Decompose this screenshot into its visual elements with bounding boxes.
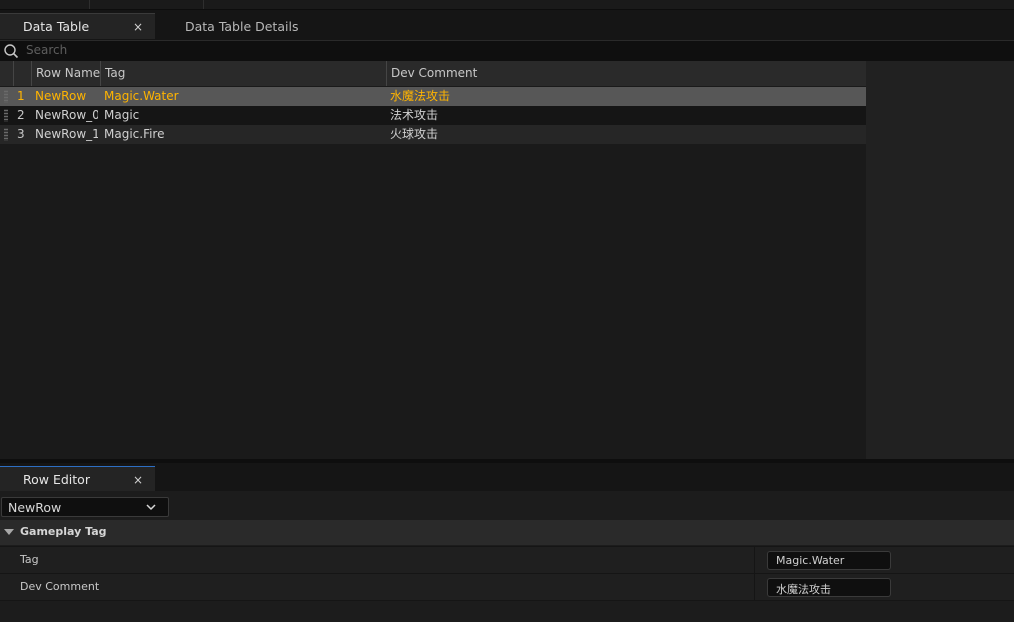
tab-row-editor[interactable]: Row Editor ×	[0, 466, 155, 492]
tag-value: Magic.Water	[776, 554, 845, 567]
dev-comment-cell: 法术攻击	[390, 108, 439, 122]
tab-data-table[interactable]: Data Table ×	[0, 13, 155, 39]
close-icon[interactable]: ×	[133, 473, 143, 487]
property-row-dev-comment: Dev Comment 水魔法攻击	[0, 573, 1014, 600]
row-name-cell: NewRow	[35, 89, 87, 103]
tab-label: Data Table	[23, 19, 90, 34]
column-header-dev-comment[interactable]: Dev Comment	[391, 61, 477, 86]
separator	[89, 0, 90, 9]
column-divider[interactable]	[31, 61, 32, 86]
column-divider[interactable]	[100, 61, 101, 86]
column-header-row-name[interactable]: Row Name	[36, 61, 100, 86]
triangle-down-icon[interactable]	[4, 529, 14, 536]
tag-value-field[interactable]: Magic.Water	[767, 551, 891, 570]
row-index: 1	[17, 89, 25, 103]
row-editor-tab-bar: Row Editor ×	[0, 463, 1014, 492]
category-label: Gameplay Tag	[20, 525, 107, 538]
table-row[interactable]: 3 NewRow_1 Magic.Fire 火球攻击	[0, 125, 866, 144]
drag-handle-icon[interactable]	[4, 90, 8, 103]
row-editor-panel: NewRow Gameplay Tag Tag Magic.Water Dev …	[0, 491, 1014, 622]
row-index: 3	[17, 127, 25, 141]
panel-footer	[0, 600, 1014, 622]
table-row[interactable]: 1 NewRow Magic.Water 水魔法攻击	[0, 87, 866, 106]
table-header: Row Name Tag Dev Comment	[0, 61, 866, 87]
data-table: Row Name Tag Dev Comment 1 NewRow Magic.…	[0, 61, 866, 459]
close-icon[interactable]: ×	[133, 20, 143, 34]
row-name-cell: NewRow_0	[35, 108, 98, 122]
column-divider[interactable]	[13, 61, 14, 86]
column-divider[interactable]	[754, 574, 755, 600]
category-gameplay-tag[interactable]: Gameplay Tag	[0, 520, 1014, 545]
search-input[interactable]: Search	[26, 43, 67, 57]
tab-label: Data Table Details	[185, 18, 299, 34]
row-select-dropdown[interactable]: NewRow	[1, 497, 169, 517]
row-name-cell: NewRow_1	[35, 127, 98, 141]
table-side-panel	[866, 61, 1014, 459]
row-select-value: NewRow	[8, 500, 62, 515]
column-divider[interactable]	[386, 61, 387, 86]
search-bar[interactable]: Search	[0, 40, 1014, 61]
property-label: Tag	[20, 553, 39, 566]
property-row-tag: Tag Magic.Water	[0, 546, 1014, 573]
dev-comment-value-field[interactable]: 水魔法攻击	[767, 578, 891, 597]
drag-handle-icon[interactable]	[4, 128, 8, 141]
search-icon	[4, 44, 19, 59]
chevron-down-icon	[146, 504, 156, 511]
tag-cell: Magic.Fire	[104, 127, 165, 141]
dev-comment-cell: 水魔法攻击	[390, 89, 451, 103]
tag-cell: Magic	[104, 108, 140, 122]
property-label: Dev Comment	[20, 580, 100, 593]
separator	[203, 0, 204, 9]
table-row[interactable]: 2 NewRow_0 Magic 法术攻击	[0, 106, 866, 125]
dev-comment-value: 水魔法攻击	[776, 583, 831, 596]
drag-handle-icon[interactable]	[4, 109, 8, 122]
tag-cell: Magic.Water	[104, 89, 179, 103]
tab-label: Row Editor	[23, 472, 90, 487]
row-index: 2	[17, 108, 25, 122]
tab-data-table-details[interactable]: Data Table Details	[172, 13, 312, 39]
top-toolbar-strip	[0, 0, 1014, 10]
column-divider[interactable]	[754, 547, 755, 573]
column-header-tag[interactable]: Tag	[105, 61, 125, 86]
dev-comment-cell: 火球攻击	[390, 127, 439, 141]
document-tab-bar: Data Table × Data Table Details	[0, 10, 1014, 39]
